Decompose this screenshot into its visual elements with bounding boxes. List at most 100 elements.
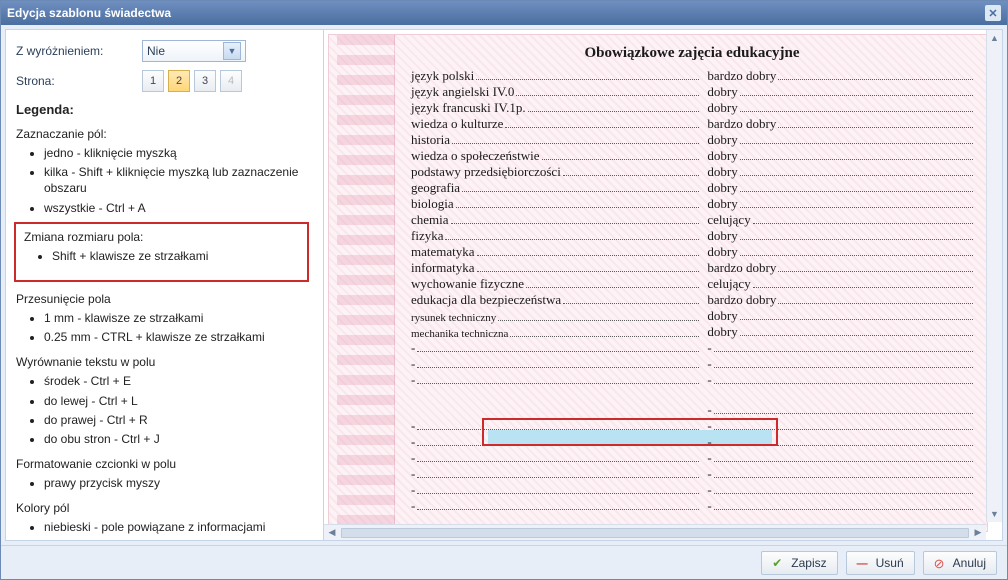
- scroll-down-icon[interactable]: ▼: [987, 506, 1002, 522]
- legend-item: do prawej - Ctrl + R: [44, 412, 309, 428]
- grade-text: celujący: [707, 276, 750, 292]
- grade-text: -: [707, 418, 711, 434]
- minus-icon: [857, 556, 871, 570]
- dialog-body: Z wyróżnieniem: Nie ▼ Strona: 1234 Legen…: [5, 29, 1003, 541]
- certificate-heading: Obowiązkowe zajęcia edukacyjne: [407, 45, 977, 62]
- grade-row[interactable]: język francuski IV.1p.dobry: [407, 100, 977, 116]
- legend-list: środek - Ctrl + Edo lewej - Ctrl + Ldo p…: [16, 373, 309, 447]
- ornamental-border: [337, 35, 395, 531]
- subject-text: -: [411, 418, 415, 434]
- grade-row[interactable]: --: [407, 418, 977, 434]
- subject-text: -: [411, 434, 415, 450]
- grade-row[interactable]: geografiadobry: [407, 180, 977, 196]
- grade-row[interactable]: edukacja dla bezpieczeństwabardzo dobry: [407, 292, 977, 308]
- grade-row[interactable]: podstawy przedsiębiorczościdobry: [407, 164, 977, 180]
- page-row: Strona: 1234: [16, 70, 309, 92]
- grade-text: -: [707, 466, 711, 482]
- grade-row[interactable]: mechanika technicznadobry: [407, 324, 977, 340]
- distinction-label: Z wyróżnieniem:: [16, 44, 136, 58]
- grade-row[interactable]: matematykadobry: [407, 244, 977, 260]
- grade-row[interactable]: informatykabardzo dobry: [407, 260, 977, 276]
- subject-text: -: [411, 498, 415, 514]
- subject-text: geografia: [411, 180, 460, 196]
- legend-item: prawy przycisk myszy: [44, 475, 309, 491]
- distinction-row: Z wyróżnieniem: Nie ▼: [16, 40, 309, 62]
- legend-list: niebieski - pole powiązane z informacjam…: [16, 519, 309, 535]
- subject-text: -: [411, 482, 415, 498]
- grade-row[interactable]: rysunek technicznydobry: [407, 308, 977, 324]
- grade-row[interactable]: --: [407, 466, 977, 482]
- grade-row[interactable]: wychowanie fizyczne celujący: [407, 276, 977, 292]
- legend-section: Zmiana rozmiaru pola:Shift + klawisze ze…: [14, 222, 309, 282]
- grade-row[interactable]: --: [407, 434, 977, 450]
- certificate-content: Obowiązkowe zajęcia edukacyjne język pol…: [407, 45, 977, 521]
- grade-row[interactable]: język angielski IV.0dobry: [407, 84, 977, 100]
- subject-text: historia: [411, 132, 450, 148]
- page-button-2[interactable]: 2: [168, 70, 190, 92]
- subject-text: -: [411, 450, 415, 466]
- subject-text: chemia: [411, 212, 449, 228]
- subject-text: język polski: [411, 68, 474, 84]
- grade-row[interactable]: --: [407, 356, 977, 372]
- legend-section: Kolory pól niebieski - pole powiązane z i…: [16, 501, 309, 535]
- check-icon: [772, 556, 786, 570]
- page-button-4[interactable]: 4: [220, 70, 242, 92]
- grade-row[interactable]: --: [407, 482, 977, 498]
- dialog-footer: Zapisz Usuń Anuluj: [1, 545, 1007, 579]
- grade-text: -: [707, 356, 711, 372]
- grade-row[interactable]: --: [407, 372, 977, 388]
- grade-row[interactable]: biologiadobry: [407, 196, 977, 212]
- delete-button[interactable]: Usuń: [846, 551, 915, 575]
- close-icon[interactable]: ✕: [985, 5, 1001, 21]
- page-button-3[interactable]: 3: [194, 70, 216, 92]
- grade-text: dobry: [707, 132, 737, 148]
- grade-row[interactable]: --: [407, 498, 977, 514]
- vertical-scrollbar[interactable]: ▲ ▼: [986, 30, 1002, 522]
- grade-text: dobry: [707, 244, 737, 260]
- subject-text: -: [411, 340, 415, 356]
- grade-row[interactable]: --: [407, 340, 977, 356]
- subject-text: wiedza o kulturze: [411, 116, 503, 132]
- subject-text: informatyka: [411, 260, 475, 276]
- legend-section-title: Zmiana rozmiaru pola:: [24, 230, 299, 244]
- grade-text: -: [707, 402, 711, 418]
- page-label: Strona:: [16, 74, 136, 88]
- delete-label: Usuń: [876, 556, 904, 570]
- grade-row[interactable]: --: [407, 450, 977, 466]
- cancel-label: Anuluj: [953, 556, 986, 570]
- certificate-page[interactable]: Obowiązkowe zajęcia edukacyjne język pol…: [328, 34, 988, 532]
- grade-row[interactable]: wiedza o społeczeństwiedobry: [407, 148, 977, 164]
- legend-item: wszystkie - Ctrl + A: [44, 200, 309, 216]
- document-viewport: Obowiązkowe zajęcia edukacyjne język pol…: [324, 30, 1002, 540]
- titlebar: Edycja szablonu świadectwa ✕: [1, 1, 1007, 25]
- subject-text: podstawy przedsiębiorczości: [411, 164, 561, 180]
- legend-section: Wyrównanie tekstu w poluśrodek - Ctrl + …: [16, 355, 309, 447]
- legend-section-title: Kolory pól: [16, 501, 309, 515]
- grade-text: dobry: [707, 84, 737, 100]
- grade-row[interactable]: chemiacelujący: [407, 212, 977, 228]
- legend-item: niebieski - pole powiązane z informacjam…: [44, 519, 309, 535]
- subject-text: wychowanie fizyczne: [411, 276, 524, 292]
- horizontal-scrollbar[interactable]: ◀ ▶: [324, 524, 986, 540]
- legend-section: Formatowanie czcionki w poluprawy przyci…: [16, 457, 309, 491]
- legend-item: kilka - Shift + kliknięcie myszką lub za…: [44, 164, 309, 196]
- legend-item: do lewej - Ctrl + L: [44, 393, 309, 409]
- grade-row[interactable]: historia dobry: [407, 132, 977, 148]
- scroll-up-icon[interactable]: ▲: [987, 30, 1002, 46]
- grade-row[interactable]: --: [407, 388, 977, 418]
- subject-text: edukacja dla bezpieczeństwa: [411, 292, 561, 308]
- grade-row[interactable]: fizykadobry: [407, 228, 977, 244]
- page-buttons: 1234: [142, 70, 242, 92]
- grade-row[interactable]: język polskibardzo dobry: [407, 68, 977, 84]
- scroll-thumb[interactable]: [341, 528, 969, 538]
- scroll-left-icon[interactable]: ◀: [324, 527, 340, 538]
- scroll-right-icon[interactable]: ▶: [970, 527, 986, 538]
- grade-text: dobry: [707, 100, 737, 116]
- page-button-1[interactable]: 1: [142, 70, 164, 92]
- left-panel: Z wyróżnieniem: Nie ▼ Strona: 1234 Legen…: [6, 30, 324, 540]
- distinction-select[interactable]: Nie ▼: [142, 40, 246, 62]
- grade-row[interactable]: wiedza o kulturzebardzo dobry: [407, 116, 977, 132]
- save-button[interactable]: Zapisz: [761, 551, 837, 575]
- cancel-button[interactable]: Anuluj: [923, 551, 997, 575]
- subject-text: biologia: [411, 196, 454, 212]
